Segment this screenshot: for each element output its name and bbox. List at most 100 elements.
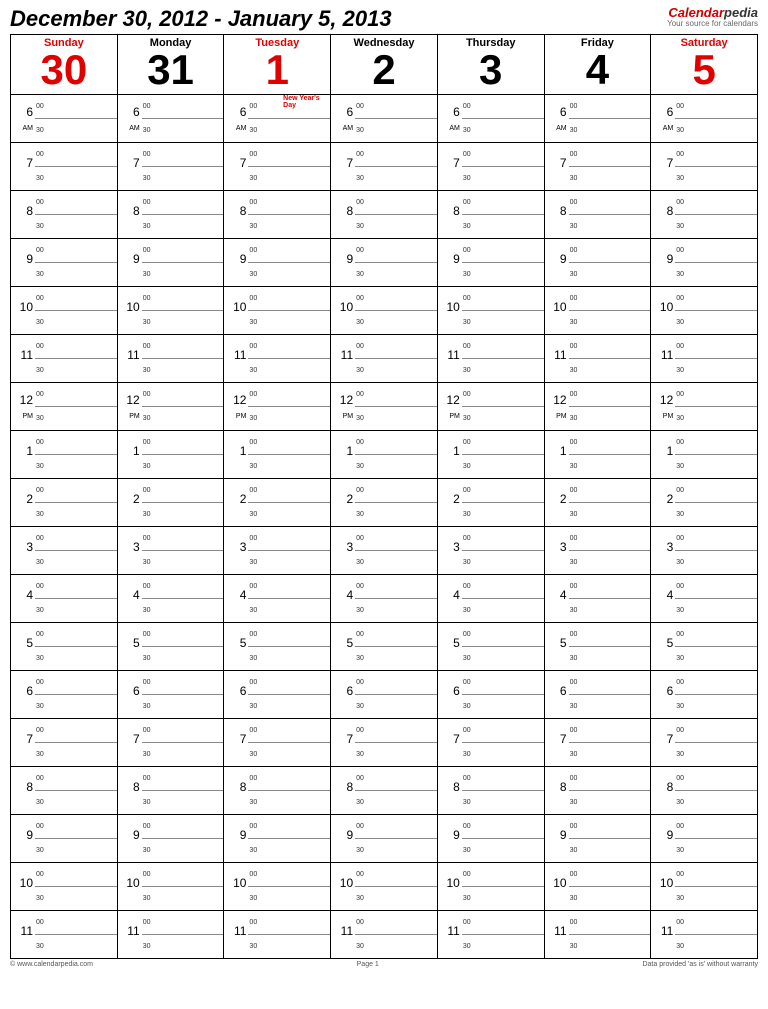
- hour-cell[interactable]: 110030: [11, 335, 118, 383]
- hour-cell[interactable]: 80030: [545, 767, 652, 815]
- hour-cell[interactable]: 40030: [331, 575, 438, 623]
- hour-cell[interactable]: 90030: [224, 239, 331, 287]
- hour-cell[interactable]: 90030: [11, 239, 118, 287]
- hour-cell[interactable]: 60030: [651, 671, 758, 719]
- hour-cell[interactable]: 30030: [651, 527, 758, 575]
- hour-cell[interactable]: 100030: [224, 287, 331, 335]
- hour-cell[interactable]: 30030: [438, 527, 545, 575]
- hour-cell[interactable]: 90030: [545, 815, 652, 863]
- hour-cell[interactable]: 30030: [331, 527, 438, 575]
- hour-cell[interactable]: 80030: [545, 191, 652, 239]
- hour-cell[interactable]: 50030: [438, 623, 545, 671]
- hour-cell[interactable]: 50030: [224, 623, 331, 671]
- hour-cell[interactable]: 6AM0030: [11, 95, 118, 143]
- hour-cell[interactable]: 90030: [224, 815, 331, 863]
- hour-cell[interactable]: 100030: [224, 863, 331, 911]
- hour-cell[interactable]: 110030: [438, 911, 545, 959]
- hour-cell[interactable]: 30030: [11, 527, 118, 575]
- hour-cell[interactable]: 80030: [224, 191, 331, 239]
- hour-cell[interactable]: 10030: [651, 431, 758, 479]
- hour-cell[interactable]: 100030: [545, 863, 652, 911]
- hour-cell[interactable]: 110030: [224, 335, 331, 383]
- hour-cell[interactable]: 100030: [651, 863, 758, 911]
- hour-cell[interactable]: 80030: [118, 191, 225, 239]
- hour-cell[interactable]: 40030: [651, 575, 758, 623]
- hour-cell[interactable]: 100030: [438, 287, 545, 335]
- hour-cell[interactable]: 70030: [118, 719, 225, 767]
- hour-cell[interactable]: 10030: [11, 431, 118, 479]
- hour-cell[interactable]: 70030: [331, 719, 438, 767]
- hour-cell[interactable]: 10030: [545, 431, 652, 479]
- hour-cell[interactable]: 6AM0030: [651, 95, 758, 143]
- hour-cell[interactable]: 6AM0030: [118, 95, 225, 143]
- hour-cell[interactable]: 20030: [224, 479, 331, 527]
- hour-cell[interactable]: 10030: [118, 431, 225, 479]
- hour-cell[interactable]: 90030: [545, 239, 652, 287]
- hour-cell[interactable]: 50030: [331, 623, 438, 671]
- hour-cell[interactable]: 100030: [118, 863, 225, 911]
- hour-cell[interactable]: 20030: [545, 479, 652, 527]
- hour-cell[interactable]: 70030: [438, 143, 545, 191]
- hour-cell[interactable]: 90030: [438, 239, 545, 287]
- hour-cell[interactable]: 12PM0030: [11, 383, 118, 431]
- hour-cell[interactable]: 12PM0030: [224, 383, 331, 431]
- hour-cell[interactable]: 10030: [331, 431, 438, 479]
- hour-cell[interactable]: 90030: [331, 239, 438, 287]
- hour-cell[interactable]: 70030: [651, 719, 758, 767]
- hour-cell[interactable]: 100030: [651, 287, 758, 335]
- hour-cell[interactable]: 110030: [438, 335, 545, 383]
- hour-cell[interactable]: 40030: [545, 575, 652, 623]
- hour-cell[interactable]: 12PM0030: [651, 383, 758, 431]
- hour-cell[interactable]: 50030: [11, 623, 118, 671]
- hour-cell[interactable]: 12PM0030: [331, 383, 438, 431]
- hour-cell[interactable]: 80030: [11, 767, 118, 815]
- hour-cell[interactable]: 6AM0030: [331, 95, 438, 143]
- hour-cell[interactable]: 80030: [118, 767, 225, 815]
- hour-cell[interactable]: 70030: [651, 143, 758, 191]
- hour-cell[interactable]: 60030: [11, 671, 118, 719]
- hour-cell[interactable]: 80030: [331, 767, 438, 815]
- hour-cell[interactable]: 60030: [118, 671, 225, 719]
- hour-cell[interactable]: 40030: [11, 575, 118, 623]
- hour-cell[interactable]: 90030: [118, 239, 225, 287]
- hour-cell[interactable]: 50030: [545, 623, 652, 671]
- hour-cell[interactable]: 20030: [331, 479, 438, 527]
- hour-cell[interactable]: 20030: [118, 479, 225, 527]
- hour-cell[interactable]: 50030: [118, 623, 225, 671]
- hour-cell[interactable]: 70030: [11, 143, 118, 191]
- hour-cell[interactable]: 110030: [651, 911, 758, 959]
- hour-cell[interactable]: 60030: [331, 671, 438, 719]
- hour-cell[interactable]: 12PM0030: [438, 383, 545, 431]
- hour-cell[interactable]: 60030: [545, 671, 652, 719]
- hour-cell[interactable]: 6AM0030: [438, 95, 545, 143]
- hour-cell[interactable]: 80030: [11, 191, 118, 239]
- hour-cell[interactable]: 70030: [438, 719, 545, 767]
- hour-cell[interactable]: 12PM0030: [118, 383, 225, 431]
- hour-cell[interactable]: 90030: [331, 815, 438, 863]
- hour-cell[interactable]: 70030: [11, 719, 118, 767]
- hour-cell[interactable]: 70030: [224, 143, 331, 191]
- hour-cell[interactable]: 110030: [545, 911, 652, 959]
- hour-cell[interactable]: 100030: [331, 287, 438, 335]
- hour-cell[interactable]: 70030: [545, 719, 652, 767]
- hour-cell[interactable]: 80030: [651, 767, 758, 815]
- hour-cell[interactable]: 40030: [438, 575, 545, 623]
- hour-cell[interactable]: 10030: [438, 431, 545, 479]
- hour-cell[interactable]: 110030: [118, 335, 225, 383]
- hour-cell[interactable]: 90030: [651, 815, 758, 863]
- hour-cell[interactable]: 30030: [118, 527, 225, 575]
- hour-cell[interactable]: 6AM0030: [545, 95, 652, 143]
- hour-cell[interactable]: 40030: [118, 575, 225, 623]
- hour-cell[interactable]: 70030: [118, 143, 225, 191]
- hour-cell[interactable]: 60030: [438, 671, 545, 719]
- hour-cell[interactable]: 90030: [11, 815, 118, 863]
- hour-cell[interactable]: 20030: [651, 479, 758, 527]
- hour-cell[interactable]: 12PM0030: [545, 383, 652, 431]
- hour-cell[interactable]: 60030: [224, 671, 331, 719]
- hour-cell[interactable]: 110030: [651, 335, 758, 383]
- hour-cell[interactable]: 80030: [651, 191, 758, 239]
- hour-cell[interactable]: 110030: [224, 911, 331, 959]
- hour-cell[interactable]: 100030: [438, 863, 545, 911]
- hour-cell[interactable]: 110030: [331, 911, 438, 959]
- hour-cell[interactable]: 30030: [545, 527, 652, 575]
